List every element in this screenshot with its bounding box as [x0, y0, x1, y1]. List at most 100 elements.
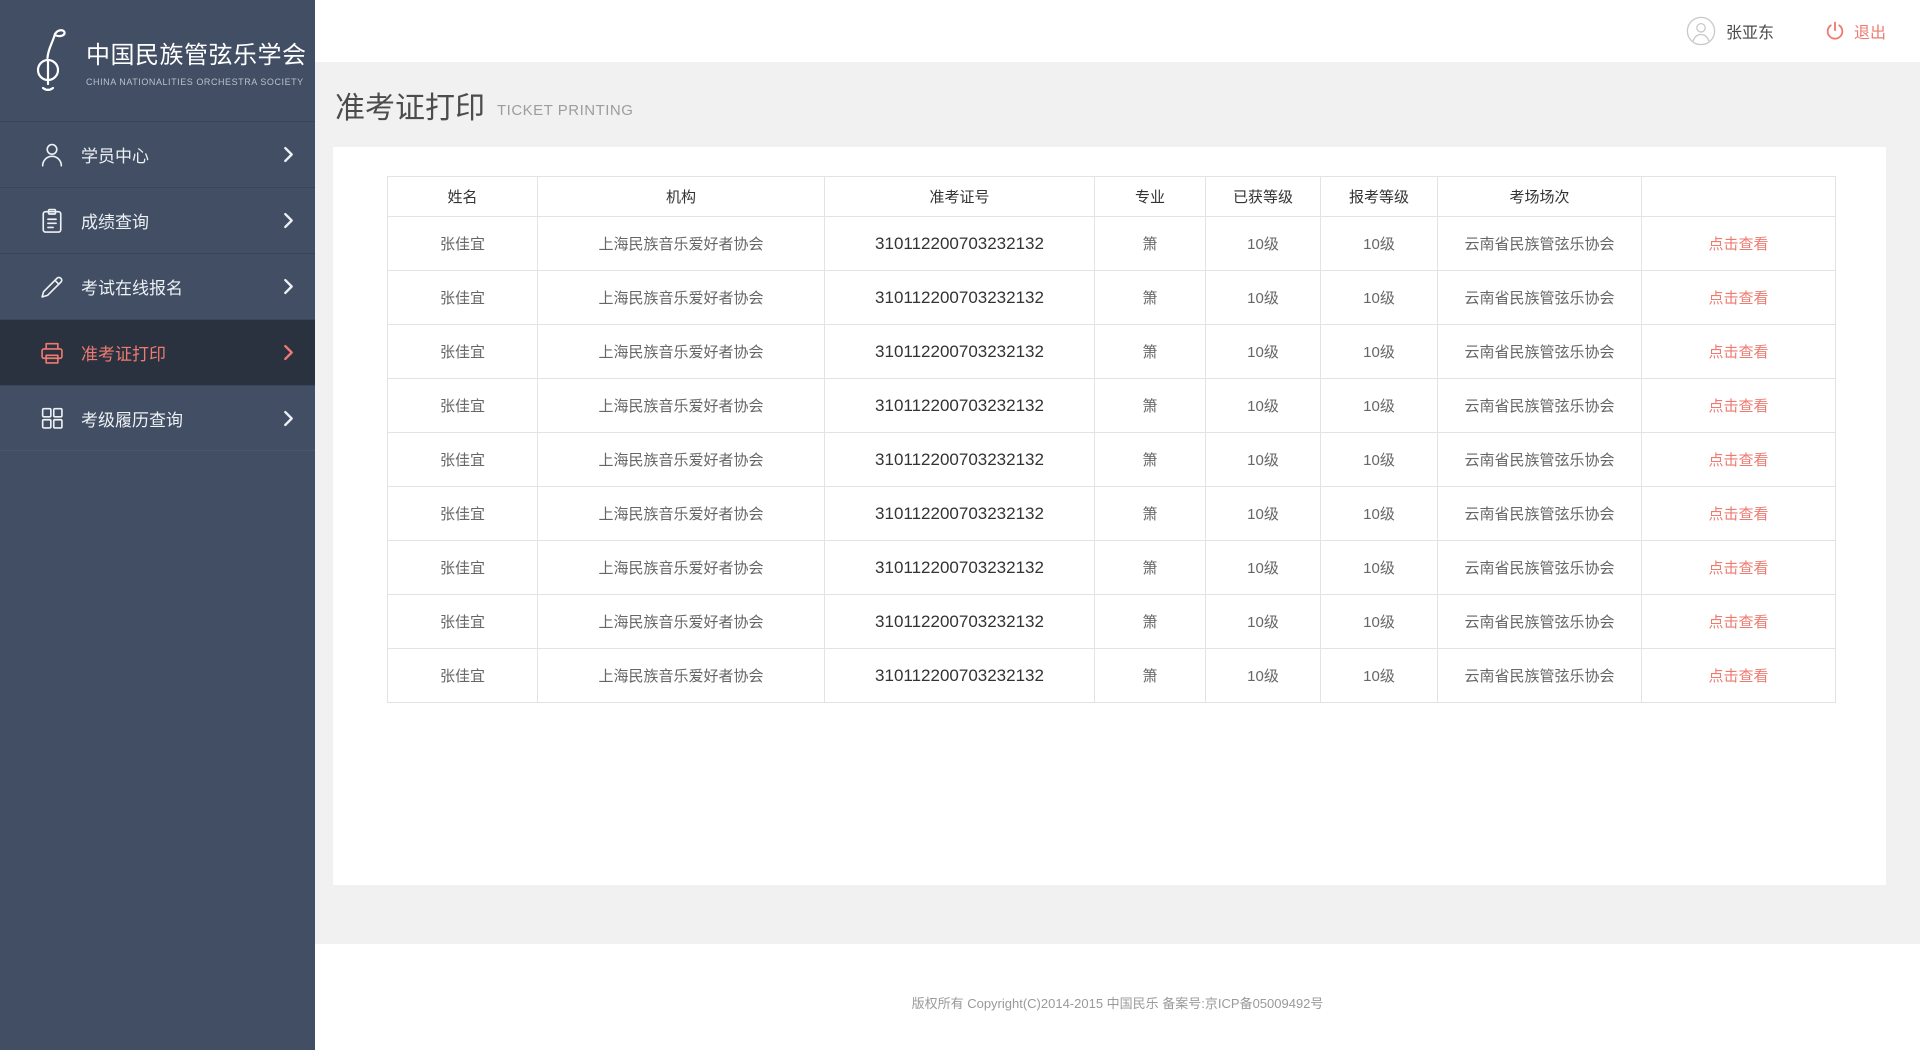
- user-chip: 张亚东: [1686, 16, 1774, 46]
- sidebar: 中国民族管弦乐学会 CHINA NATIONALITIES ORCHESTRA …: [0, 0, 315, 1050]
- cell-action: 点击查看: [1642, 541, 1836, 595]
- cell-ticket-no: 310112200703232132: [825, 217, 1095, 271]
- table-row: 张佳宜 上海民族音乐爱好者协会 310112200703232132 箫 10级…: [388, 217, 1836, 271]
- cell-venue: 云南省民族管弦乐协会: [1438, 217, 1642, 271]
- cell-obtained-level: 10级: [1206, 433, 1321, 487]
- cell-applied-level: 10级: [1321, 487, 1438, 541]
- cell-major: 箫: [1095, 325, 1206, 379]
- cell-venue: 云南省民族管弦乐协会: [1438, 649, 1642, 703]
- header-org: 机构: [538, 177, 825, 217]
- page-subtitle: TICKET PRINTING: [497, 102, 633, 119]
- cell-obtained-level: 10级: [1206, 217, 1321, 271]
- topbar: 张亚东 退出: [315, 0, 1920, 62]
- chevron-right-icon: [283, 146, 294, 163]
- footer: 版权所有 Copyright(C)2014-2015 中国民乐 备案号:京ICP…: [315, 944, 1920, 1050]
- view-ticket-link[interactable]: 点击查看: [1708, 452, 1768, 469]
- cell-name: 张佳宜: [388, 487, 538, 541]
- table-row: 张佳宜 上海民族音乐爱好者协会 310112200703232132 箫 10级…: [388, 541, 1836, 595]
- cell-action: 点击查看: [1642, 271, 1836, 325]
- chevron-right-icon: [283, 212, 294, 229]
- cell-applied-level: 10级: [1321, 649, 1438, 703]
- sidebar-item-label: 考试在线报名: [81, 274, 183, 299]
- clipboard-icon: [38, 207, 66, 235]
- cell-name: 张佳宜: [388, 595, 538, 649]
- view-ticket-link[interactable]: 点击查看: [1708, 344, 1768, 361]
- power-icon: [1824, 20, 1846, 42]
- cell-ticket-no: 310112200703232132: [825, 649, 1095, 703]
- cell-venue: 云南省民族管弦乐协会: [1438, 379, 1642, 433]
- cell-applied-level: 10级: [1321, 325, 1438, 379]
- sidebar-item-label: 成绩查询: [81, 208, 149, 233]
- content-area: 准考证打印 TICKET PRINTING 姓名 机构 准考证号 专业 已获等级…: [315, 62, 1920, 944]
- table-row: 张佳宜 上海民族音乐爱好者协会 310112200703232132 箫 10级…: [388, 487, 1836, 541]
- cell-major: 箫: [1095, 379, 1206, 433]
- view-ticket-link[interactable]: 点击查看: [1708, 398, 1768, 415]
- cell-major: 箫: [1095, 541, 1206, 595]
- cell-applied-level: 10级: [1321, 433, 1438, 487]
- ticket-table: 姓名 机构 准考证号 专业 已获等级 报考等级 考场场次 张佳宜 上海民族音乐爱…: [387, 176, 1836, 703]
- header-applied-level: 报考等级: [1321, 177, 1438, 217]
- header-venue: 考场场次: [1438, 177, 1642, 217]
- view-ticket-link[interactable]: 点击查看: [1708, 290, 1768, 307]
- cell-name: 张佳宜: [388, 217, 538, 271]
- cell-obtained-level: 10级: [1206, 379, 1321, 433]
- header-obtained-level: 已获等级: [1206, 177, 1321, 217]
- cell-name: 张佳宜: [388, 271, 538, 325]
- cell-action: 点击查看: [1642, 217, 1836, 271]
- main-area: 张亚东 退出 准考证打印 TICKET PRINTING: [315, 0, 1920, 1050]
- user-circle-icon: [1686, 16, 1716, 46]
- cell-name: 张佳宜: [388, 379, 538, 433]
- brand-subtitle: CHINA NATIONALITIES ORCHESTRA SOCIETY: [86, 77, 307, 87]
- sidebar-item-label: 考级履历查询: [81, 406, 183, 431]
- printer-icon: [38, 339, 66, 367]
- cell-obtained-level: 10级: [1206, 487, 1321, 541]
- sidebar-item-ticket-printing[interactable]: 准考证打印: [0, 319, 315, 385]
- cell-org: 上海民族音乐爱好者协会: [538, 325, 825, 379]
- username: 张亚东: [1726, 19, 1774, 43]
- table-row: 张佳宜 上海民族音乐爱好者协会 310112200703232132 箫 10级…: [388, 595, 1836, 649]
- cell-action: 点击查看: [1642, 649, 1836, 703]
- cell-ticket-no: 310112200703232132: [825, 325, 1095, 379]
- cell-major: 箫: [1095, 595, 1206, 649]
- view-ticket-link[interactable]: 点击查看: [1708, 668, 1768, 685]
- instrument-icon: [30, 25, 74, 97]
- brand-text: 中国民族管弦乐学会 CHINA NATIONALITIES ORCHESTRA …: [86, 35, 307, 87]
- cell-ticket-no: 310112200703232132: [825, 433, 1095, 487]
- cell-applied-level: 10级: [1321, 379, 1438, 433]
- cell-venue: 云南省民族管弦乐协会: [1438, 433, 1642, 487]
- view-ticket-link[interactable]: 点击查看: [1708, 614, 1768, 631]
- grid-icon: [38, 404, 66, 432]
- cell-ticket-no: 310112200703232132: [825, 271, 1095, 325]
- cell-major: 箫: [1095, 271, 1206, 325]
- cell-ticket-no: 310112200703232132: [825, 379, 1095, 433]
- cell-org: 上海民族音乐爱好者协会: [538, 487, 825, 541]
- sidebar-item-student-center[interactable]: 学员中心: [0, 121, 315, 187]
- logout-label: 退出: [1854, 19, 1886, 43]
- table-row: 张佳宜 上海民族音乐爱好者协会 310112200703232132 箫 10级…: [388, 325, 1836, 379]
- sidebar-item-online-registration[interactable]: 考试在线报名: [0, 253, 315, 319]
- pencil-icon: [38, 273, 66, 301]
- view-ticket-link[interactable]: 点击查看: [1708, 506, 1768, 523]
- chevron-right-icon: [283, 410, 294, 427]
- table-row: 张佳宜 上海民族音乐爱好者协会 310112200703232132 箫 10级…: [388, 433, 1836, 487]
- table-header-row: 姓名 机构 准考证号 专业 已获等级 报考等级 考场场次: [388, 177, 1836, 217]
- view-ticket-link[interactable]: 点击查看: [1708, 560, 1768, 577]
- table-row: 张佳宜 上海民族音乐爱好者协会 310112200703232132 箫 10级…: [388, 649, 1836, 703]
- header-name: 姓名: [388, 177, 538, 217]
- sidebar-item-exam-history[interactable]: 考级履历查询: [0, 385, 315, 451]
- cell-obtained-level: 10级: [1206, 271, 1321, 325]
- cell-ticket-no: 310112200703232132: [825, 595, 1095, 649]
- cell-ticket-no: 310112200703232132: [825, 541, 1095, 595]
- page-head: 准考证打印 TICKET PRINTING: [315, 62, 1920, 147]
- cell-action: 点击查看: [1642, 433, 1836, 487]
- cell-major: 箫: [1095, 487, 1206, 541]
- sidebar-item-score-inquiry[interactable]: 成绩查询: [0, 187, 315, 253]
- cell-venue: 云南省民族管弦乐协会: [1438, 325, 1642, 379]
- cell-ticket-no: 310112200703232132: [825, 487, 1095, 541]
- cell-org: 上海民族音乐爱好者协会: [538, 433, 825, 487]
- cell-action: 点击查看: [1642, 325, 1836, 379]
- page-title: 准考证打印: [335, 83, 485, 127]
- brand-title: 中国民族管弦乐学会: [86, 35, 307, 70]
- view-ticket-link[interactable]: 点击查看: [1708, 236, 1768, 253]
- logout-button[interactable]: 退出: [1824, 19, 1886, 43]
